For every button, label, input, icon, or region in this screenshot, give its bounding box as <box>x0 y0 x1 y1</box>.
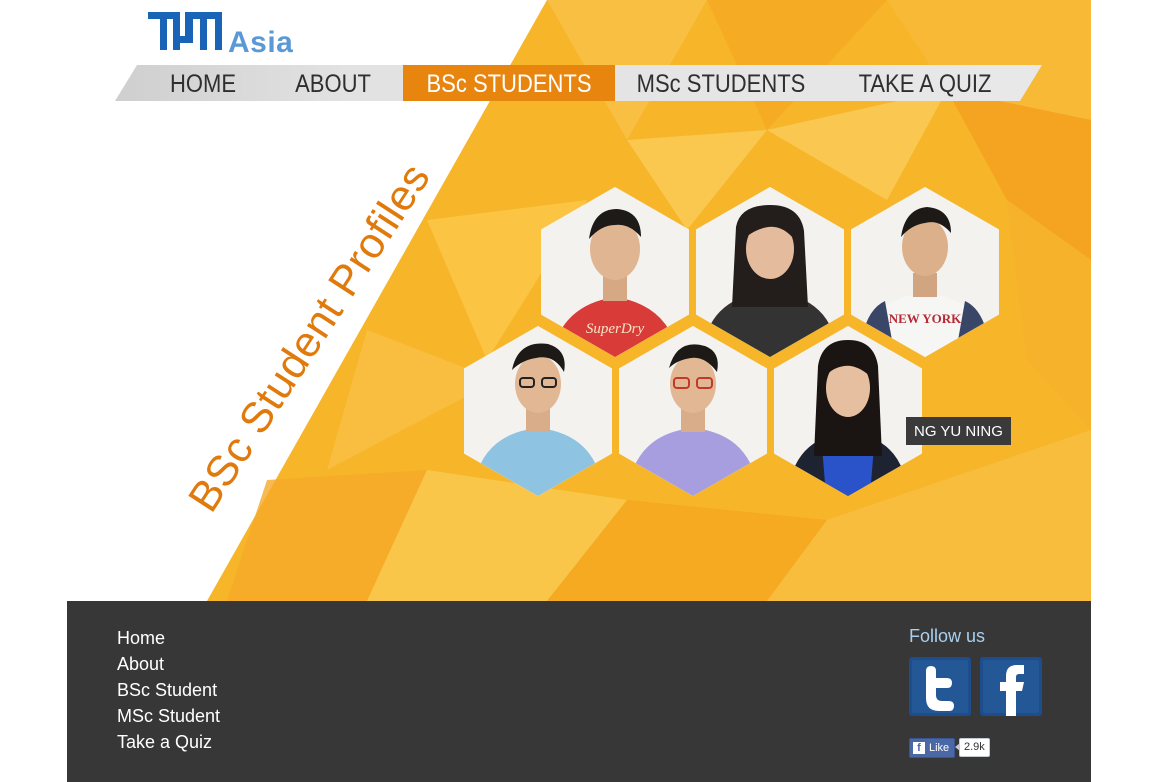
facebook-like-button[interactable]: f Like <box>909 738 955 758</box>
svg-text:NEW YORK: NEW YORK <box>889 311 962 326</box>
follow-us-heading: Follow us <box>909 626 986 646</box>
footer-link-home[interactable]: Home <box>117 625 220 651</box>
footer-link-about[interactable]: About <box>117 651 220 677</box>
footer: Home About BSc Student MSc Student Take … <box>67 601 1091 782</box>
footer-link-take-a-quiz[interactable]: Take a Quiz <box>117 729 220 755</box>
like-label: Like <box>929 742 950 754</box>
footer-links: Home About BSc Student MSc Student Take … <box>117 625 220 755</box>
page: Asia HOME ABOUT BSc STUDENTS MSc STUDENT… <box>0 0 1160 782</box>
footer-link-msc-student[interactable]: MSc Student <box>117 703 220 729</box>
facebook-icon[interactable] <box>980 657 1042 716</box>
main-nav: HOME ABOUT BSc STUDENTS MSc STUDENTS TAK… <box>115 65 1042 101</box>
nav-home[interactable]: HOME <box>152 65 254 101</box>
like-count: 2.9k <box>955 738 990 757</box>
footer-link-bsc-student[interactable]: BSc Student <box>117 677 220 703</box>
student-name-tag: NG YU NING <box>906 417 1011 445</box>
twitter-icon[interactable] <box>909 657 971 716</box>
nav-msc-students[interactable]: MSc STUDENTS <box>637 65 806 101</box>
nav-about[interactable]: ABOUT <box>282 65 384 101</box>
logo-text: Asia <box>228 26 294 59</box>
facebook-mini-icon: f <box>913 742 925 754</box>
nav-take-a-quiz[interactable]: TAKE A QUIZ <box>846 65 1004 101</box>
nav-bsc-students[interactable]: BSc STUDENTS <box>416 65 603 101</box>
svg-text:SuperDry: SuperDry <box>586 321 645 337</box>
tum-logo-icon <box>148 12 222 50</box>
